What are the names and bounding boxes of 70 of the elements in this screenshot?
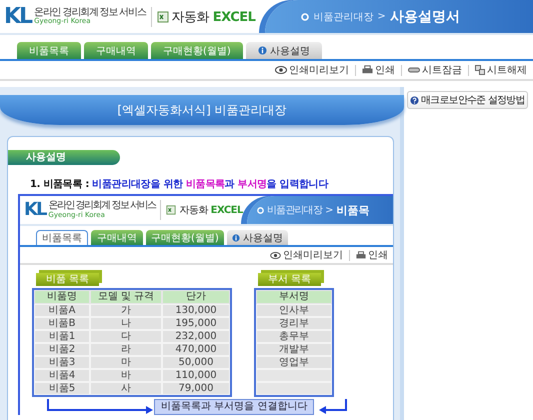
nav-tab[interactable]: 비품목록 bbox=[36, 230, 88, 245]
table-cell: 사 bbox=[90, 382, 162, 395]
squares-icon bbox=[475, 65, 485, 75]
logo-mark: KL bbox=[4, 6, 32, 28]
table-cell: 232,000 bbox=[162, 330, 230, 343]
table-cell: 130,000 bbox=[162, 304, 230, 317]
column-header: 비품명 bbox=[34, 290, 90, 304]
toolbar-button[interactable]: 시트잠금 bbox=[406, 63, 464, 77]
printer-icon bbox=[362, 65, 373, 75]
table-cell: 110,000 bbox=[162, 369, 230, 382]
table-cell: 비품A bbox=[34, 304, 90, 317]
column-header: 단가 bbox=[162, 290, 230, 304]
product-name: 자동화 EXCEL bbox=[179, 204, 243, 217]
table-cell: 경리부 bbox=[256, 317, 332, 330]
column-header: 모델 및 규격 bbox=[90, 290, 162, 304]
table-label: 부서 목록 bbox=[258, 273, 322, 286]
logo-mark: KL bbox=[24, 201, 46, 219]
link-note: 비품목록과 부서명을 연결합니다 bbox=[154, 399, 314, 415]
table-label: 비품 목록 bbox=[36, 273, 100, 286]
column-header: 부서명 bbox=[256, 290, 332, 304]
nav-tab[interactable]: 사용설명 bbox=[246, 42, 322, 59]
table-cell: 총무부 bbox=[256, 330, 332, 343]
help-icon bbox=[410, 96, 419, 104]
table-cell: 470,000 bbox=[162, 343, 230, 356]
page-title: 비품목 bbox=[336, 202, 370, 218]
table-cell: 비품3 bbox=[34, 356, 90, 369]
connector-arrow bbox=[318, 399, 348, 415]
table-cell: 나 bbox=[90, 317, 162, 330]
eye-icon bbox=[270, 252, 281, 258]
table-cell: 영업부 bbox=[256, 356, 332, 369]
table-cell: 개발부 bbox=[256, 343, 332, 356]
circle-icon bbox=[256, 206, 264, 214]
circle-icon bbox=[301, 12, 310, 20]
info-icon bbox=[232, 234, 240, 242]
table-cell: 비품4 bbox=[34, 369, 90, 382]
title-banner: [엑셀자동화서식] 비품관리대장 bbox=[0, 95, 404, 125]
section-heading: 사용설명 bbox=[8, 150, 120, 165]
table-cell: 다 bbox=[90, 330, 162, 343]
product-name: 자동화 EXCEL bbox=[172, 8, 256, 26]
printer-icon bbox=[356, 250, 366, 260]
table-cell: 비품2 bbox=[34, 343, 90, 356]
step-description: 1. 비품목록 : 비품관리대장을 위한 비품목록과 부서명을 입력합니다 bbox=[30, 178, 330, 191]
spreadsheet-icon bbox=[166, 205, 176, 215]
info-icon bbox=[258, 46, 267, 55]
help-button[interactable]: 매크로보안수준 설정방법 bbox=[407, 91, 528, 109]
spreadsheet-icon bbox=[156, 10, 169, 22]
toolbar-button[interactable]: 시트해제 bbox=[473, 63, 529, 77]
toolbar-button[interactable]: 인쇄미리보기 bbox=[273, 63, 351, 77]
table-cell: 라 bbox=[90, 343, 162, 356]
toolbar-button[interactable]: 인쇄미리보기 bbox=[268, 248, 345, 262]
logo-tagline: 온라인 경리회계 정보 서비스 bbox=[34, 8, 146, 18]
toolbar-button[interactable]: 인쇄 bbox=[354, 248, 390, 262]
bar-icon bbox=[408, 67, 420, 73]
table-cell: 인사부 bbox=[256, 304, 332, 317]
table-cell: 마 bbox=[90, 356, 162, 369]
table-cell: 79,000 bbox=[162, 382, 230, 395]
breadcrumb-separator: > bbox=[325, 204, 334, 216]
nav-tab[interactable]: 사용설명 bbox=[226, 230, 288, 245]
table-cell: 비품5 bbox=[34, 382, 90, 395]
eye-icon bbox=[275, 66, 287, 74]
breadcrumb-separator: > bbox=[377, 11, 386, 22]
table-cell: 바 bbox=[90, 369, 162, 382]
page-title: 사용설명서 bbox=[390, 8, 460, 26]
table-cell: 비품1 bbox=[34, 330, 90, 343]
table-cell: 가 bbox=[90, 304, 162, 317]
table-cell: 195,000 bbox=[162, 317, 230, 330]
toolbar-button[interactable]: 인쇄 bbox=[360, 63, 397, 77]
logo-tagline: 온라인 경리회계 정보 서비스 bbox=[48, 201, 156, 212]
table-cell: 50,000 bbox=[162, 356, 230, 369]
table-cell: 비품B bbox=[34, 317, 90, 330]
